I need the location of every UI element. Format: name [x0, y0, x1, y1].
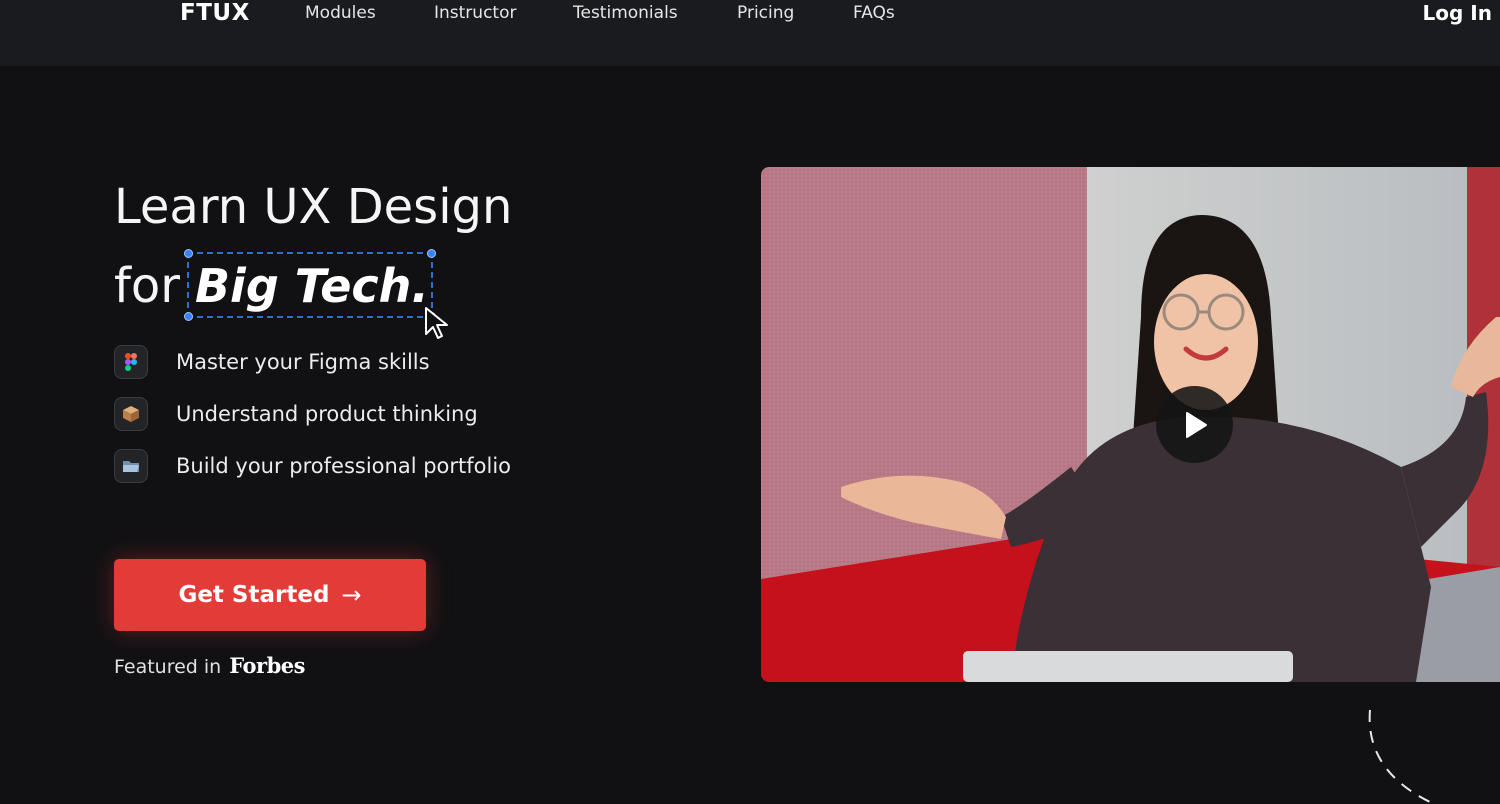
nav-link-modules[interactable]: Modules — [305, 2, 376, 24]
play-button[interactable] — [1156, 386, 1233, 463]
logo[interactable]: FTUX — [180, 0, 250, 26]
featured-in: Featured in Forbes — [114, 654, 305, 679]
folder-icon — [114, 449, 148, 483]
nav-link-testimonials[interactable]: Testimonials — [573, 2, 678, 24]
selection-handle — [184, 312, 193, 321]
hero-title-for: for — [114, 258, 180, 314]
feature-item: Understand product thinking — [114, 396, 478, 432]
nav-link-instructor[interactable]: Instructor — [434, 2, 516, 24]
get-started-label: Get Started — [178, 582, 330, 608]
forbes-logo: Forbes — [229, 653, 305, 678]
video-thumbnail — [761, 167, 1500, 682]
featured-prefix: Featured in — [114, 656, 222, 678]
hero-title-line1: Learn UX Design — [114, 179, 513, 235]
intro-video[interactable] — [761, 167, 1500, 682]
selection-handle — [184, 249, 193, 258]
nav-link-faqs[interactable]: FAQs — [853, 2, 895, 24]
play-icon — [1185, 411, 1207, 438]
feature-text: Understand product thinking — [176, 402, 478, 426]
package-icon — [114, 397, 148, 431]
cursor-arrow-icon — [425, 307, 448, 339]
feature-text: Master your Figma skills — [176, 350, 430, 374]
get-started-button[interactable]: Get Started → — [114, 559, 426, 631]
login-link[interactable]: Log In — [1423, 0, 1492, 26]
feature-item: Build your professional portfolio — [114, 448, 511, 484]
nav-link-pricing[interactable]: Pricing — [737, 2, 794, 24]
feature-text: Build your professional portfolio — [176, 454, 512, 478]
arrow-right-icon: → — [341, 581, 362, 609]
hero-title-highlight: Big Tech. — [195, 259, 429, 313]
landing-page: FTUX Modules Instructor Testimonials Pri… — [0, 0, 1500, 804]
decorative-dashed-curve — [1368, 709, 1431, 803]
figma-icon — [114, 345, 148, 379]
top-nav: FTUX Modules Instructor Testimonials Pri… — [0, 0, 1500, 66]
feature-item: Master your Figma skills — [114, 344, 430, 380]
